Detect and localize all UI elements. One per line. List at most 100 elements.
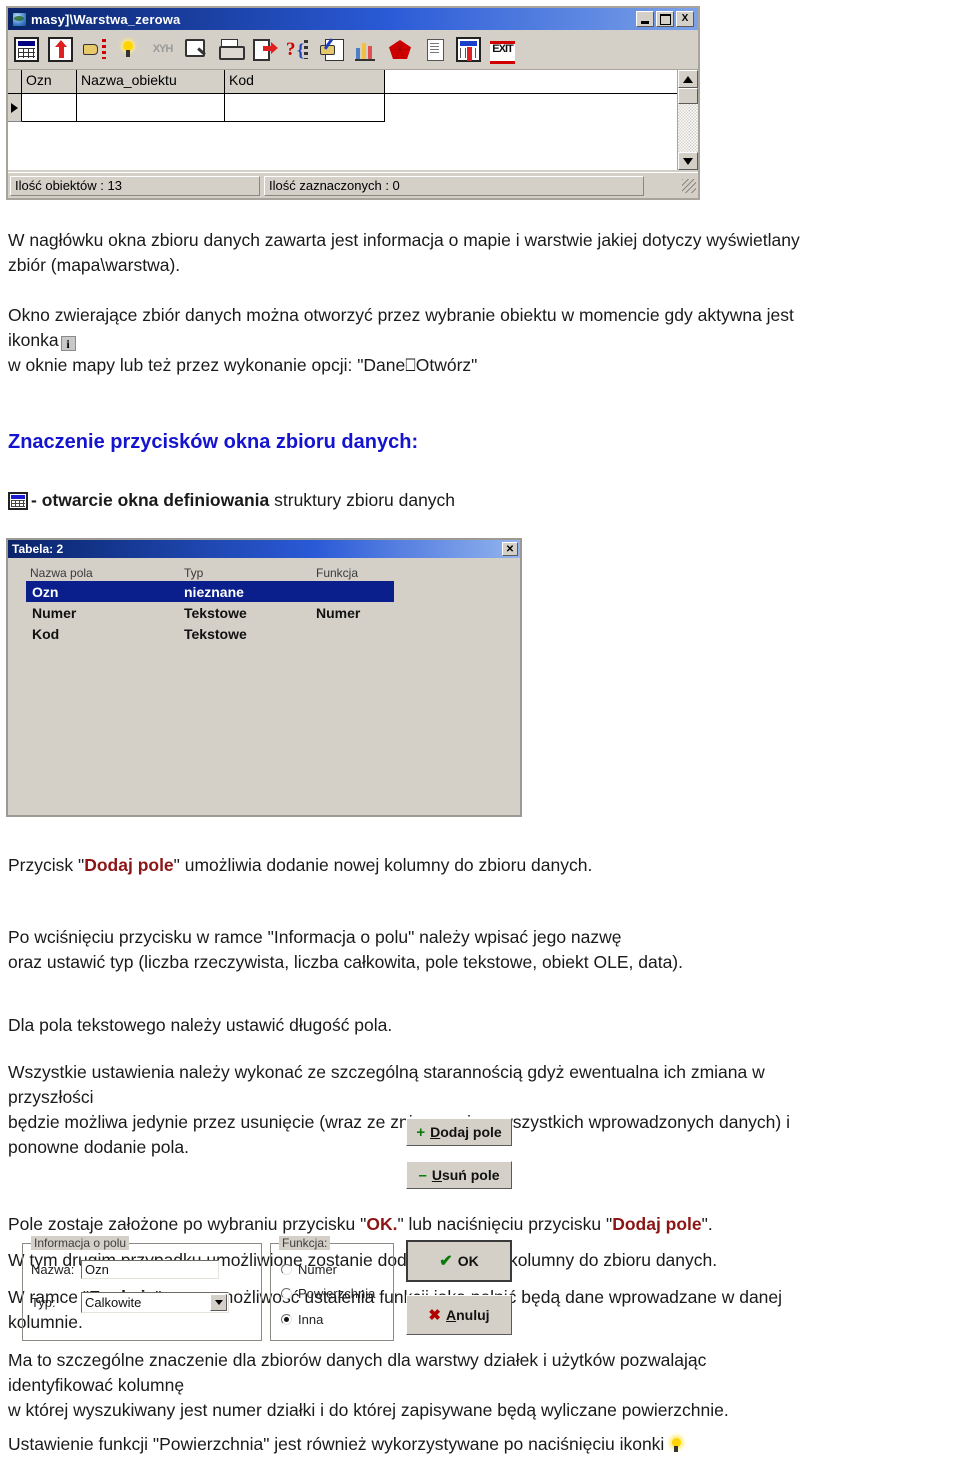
field-header-typ: Typ <box>184 566 204 580</box>
exit-icon[interactable]: EXIT <box>490 37 515 64</box>
pole-zalozone-mid: " lub naciśnięciu przycisku " <box>397 1214 613 1234</box>
grid-cell-nazwa-obiektu[interactable] <box>77 94 225 122</box>
list-item[interactable]: Numer Tekstowe Numer <box>26 602 394 623</box>
maximize-button[interactable] <box>656 11 674 27</box>
radio-icon[interactable] <box>281 1288 292 1299</box>
tabela-dialog-screenshot: Tabela: 2 ✕ Nazwa pola Typ Funkcja Ozn n… <box>6 538 522 1341</box>
ok-button[interactable]: ✔ OK <box>406 1240 512 1282</box>
table-row[interactable] <box>8 94 698 122</box>
add-field-mnemonic: D <box>430 1124 441 1140</box>
bullet-bold-text: otwarcie okna definiowania <box>41 490 270 510</box>
pole-zalozone-post: ". <box>701 1214 713 1234</box>
polygon-icon[interactable] <box>388 37 413 62</box>
document-icon[interactable] <box>422 37 447 62</box>
print-icon[interactable] <box>218 37 245 62</box>
query-help-icon[interactable]: ?{ <box>286 37 311 62</box>
delete-field-mnemonic: U <box>431 1167 442 1183</box>
list-item[interactable]: Kod Tekstowe <box>26 623 394 644</box>
close-button[interactable]: X <box>676 11 694 27</box>
paragraph-ustawienia-line-4: ponowne dodanie pola. <box>8 1137 189 1157</box>
field-list-header: Nazwa pola Typ Funkcja <box>26 566 394 581</box>
add-field-button[interactable]: + Dodaj pole <box>406 1118 512 1146</box>
scrollbar-thumb[interactable] <box>678 88 698 104</box>
field-name-row: Nazwa: Ozn <box>31 1260 219 1279</box>
bullet-dash: - <box>31 490 42 510</box>
import-up-icon[interactable] <box>48 37 73 62</box>
cancel-button[interactable]: ✖ Anuluj <box>406 1295 512 1335</box>
bullet-line-definition: - otwarcie okna definiowania struktury z… <box>8 488 455 513</box>
section-heading: Znaczenie przycisków okna zbioru danych: <box>8 431 419 453</box>
ok-highlight: OK. <box>366 1214 398 1234</box>
radio-icon[interactable] <box>281 1264 292 1275</box>
minimize-button[interactable] <box>636 11 654 27</box>
field-type-select[interactable]: Calkowite <box>81 1292 229 1313</box>
status-selected-count: Ilość zaznaczonych : 0 <box>264 175 644 196</box>
scrollbar-track[interactable] <box>678 104 698 152</box>
pole-zalozone-pre: Pole zostaje założone po wybraniu przyci… <box>8 1214 367 1234</box>
export-icon[interactable] <box>252 37 278 62</box>
dodaj-pole-pre: Przycisk " <box>8 855 85 875</box>
info-icon: i <box>60 336 76 351</box>
paragraph-2-line-2: ikonka i <box>8 328 78 353</box>
grid-column-header-ozn[interactable]: Ozn <box>22 70 77 94</box>
paragraph-2-line-1: Okno zwierające zbiór danych można otwor… <box>8 305 794 325</box>
paragraph-dzialki-line-3: w której wyszukiwany jest numer działki … <box>8 1400 729 1420</box>
field-type-cell: Tekstowe <box>184 604 247 621</box>
field-info-legend: Informacja o polu <box>31 1236 130 1250</box>
edit-record-icon[interactable] <box>320 37 345 62</box>
plus-icon: + <box>416 1123 426 1141</box>
radio-numer-label: Numer <box>298 1262 338 1277</box>
table-grid-icon[interactable] <box>14 37 39 62</box>
paragraph-dlugosc-pola: Dla pola tekstowego należy ustawić długo… <box>8 1015 393 1035</box>
paragraph-pole-zalozone: Pole zostaje założone po wybraniu przyci… <box>8 1212 713 1237</box>
cross-icon: ✖ <box>428 1307 441 1324</box>
delete-field-button[interactable]: – Usuń pole <box>406 1161 512 1189</box>
table-import-icon[interactable] <box>456 37 481 62</box>
radio-inna[interactable]: Inna <box>281 1312 323 1327</box>
field-name-cell: Numer <box>32 604 77 621</box>
field-name-input[interactable]: Ozn <box>81 1260 219 1279</box>
grid-cell-ozn[interactable] <box>22 94 77 122</box>
zoom-search-icon[interactable] <box>184 37 209 62</box>
vertical-scrollbar[interactable] <box>677 70 698 170</box>
grid-cell-kod[interactable] <box>225 94 385 122</box>
paragraph-dodaj-pole: Przycisk "Dodaj pole" umożliwia dodanie … <box>8 853 592 878</box>
dialog-close-button[interactable]: ✕ <box>502 542 518 556</box>
lightbulb-icon <box>668 1436 685 1454</box>
field-type-row: Typ: Calkowite <box>31 1292 229 1313</box>
function-legend: Funkcja: <box>279 1236 331 1250</box>
dodaj-pole-highlight: Dodaj pole <box>84 855 174 875</box>
paragraph-1-line-2: zbiór (mapa\warstwa). <box>8 255 181 275</box>
xyh-icon[interactable]: XYH <box>150 37 175 62</box>
grid-column-header-nazwa-obiektu[interactable]: Nazwa_obiektu <box>77 70 225 94</box>
paragraph-info-o-polu-line-1: Po wciśnięciu przycisku w ramce "Informa… <box>8 927 622 947</box>
window-titlebar: masy]\Warstwa_zerowa X <box>8 8 698 30</box>
field-type-cell: Tekstowe <box>184 625 247 642</box>
paragraph-dzialki-line-2: identyfikować kolumnę <box>8 1375 185 1395</box>
field-name-cell: Kod <box>32 625 60 642</box>
field-list: Nazwa pola Typ Funkcja Ozn nieznane Nume… <box>26 566 394 644</box>
radio-icon-selected[interactable] <box>281 1314 292 1325</box>
radio-numer[interactable]: Numer <box>281 1262 337 1277</box>
field-name-cell: Ozn <box>32 583 59 600</box>
field-header-nazwa-pola: Nazwa pola <box>30 566 93 580</box>
radio-powierzchnia[interactable]: Powierzchnia <box>281 1286 375 1301</box>
powierzchnia-text: Ustawienie funkcji "Powierzchnia" jest r… <box>8 1434 665 1454</box>
status-object-count: Ilość obiektów : 13 <box>10 175 260 196</box>
resize-grip-icon[interactable] <box>682 178 696 193</box>
paragraph-powierzchnia: Ustawienie funkcji "Powierzchnia" jest r… <box>8 1432 685 1457</box>
ok-button-label: OK <box>457 1253 479 1269</box>
paragraph-info-o-polu-line-2: oraz ustawić typ (liczba rzeczywista, li… <box>8 952 683 972</box>
lightbulb-icon[interactable] <box>116 37 141 62</box>
grid-column-header-kod[interactable]: Kod <box>225 70 385 94</box>
scroll-up-button[interactable] <box>678 70 698 88</box>
data-set-window-screenshot: masy]\Warstwa_zerowa X XYH ?{ EXIT Ozn N… <box>6 6 700 200</box>
list-item[interactable]: Ozn nieznane <box>26 581 394 602</box>
field-func-cell: Numer <box>316 604 361 621</box>
chevron-down-icon[interactable] <box>210 1294 227 1311</box>
bar-chart-icon[interactable] <box>354 37 379 62</box>
bullet-rest-text: struktury zbioru danych <box>269 490 456 510</box>
row-selector-arrow-icon[interactable] <box>8 94 22 122</box>
hand-point-icon[interactable] <box>82 37 107 62</box>
scroll-down-button[interactable] <box>678 152 698 170</box>
